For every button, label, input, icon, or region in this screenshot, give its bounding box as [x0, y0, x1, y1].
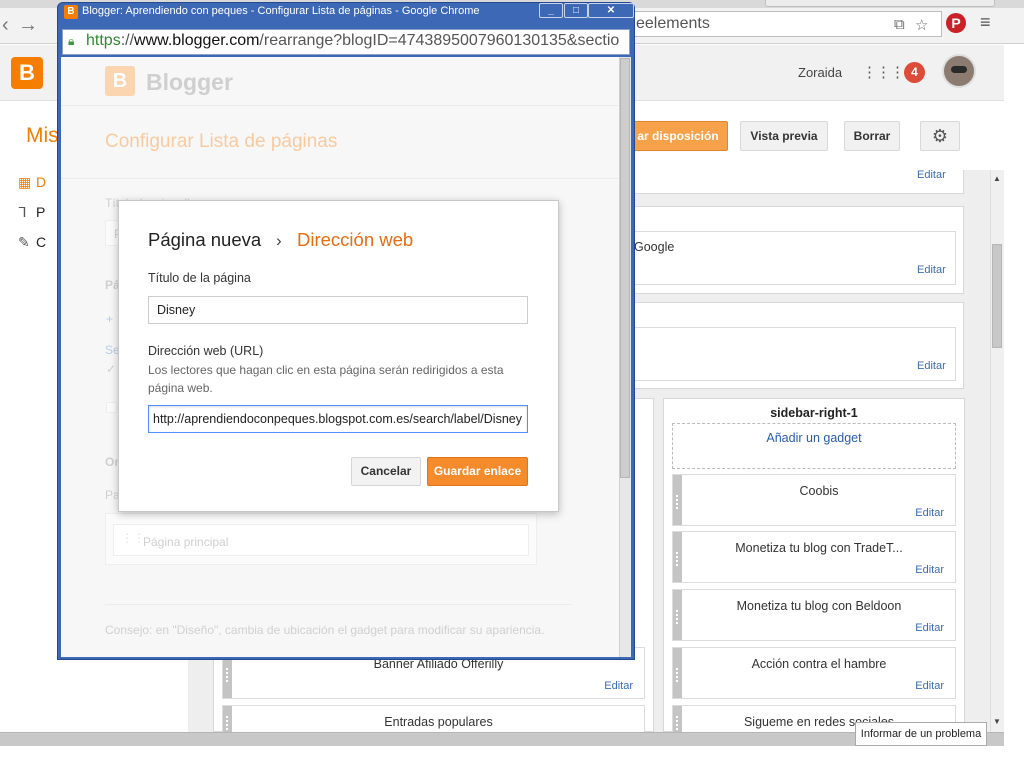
save-link-button[interactable]: Guardar enlace: [427, 457, 528, 486]
popup-scrollbar-thumb[interactable]: [620, 58, 630, 478]
drag-handle-icon[interactable]: [223, 706, 232, 732]
blogger-logo-icon: B: [105, 66, 135, 96]
apps-grid-icon[interactable]: ⋮⋮⋮: [862, 63, 905, 81]
page-title-label: Título de la página: [148, 271, 251, 285]
edit-link[interactable]: Editar: [915, 680, 944, 692]
sidebar-item-settings[interactable]: ✎ C: [18, 234, 46, 251]
chrome-menu-icon[interactable]: ≡: [980, 12, 991, 33]
delete-button[interactable]: Borrar: [844, 121, 900, 151]
report-problem-button[interactable]: Informar de un problema: [855, 722, 987, 746]
divider: [61, 178, 619, 179]
gadget-accion-contra-el-hambre[interactable]: Acción contra el hambre Editar: [672, 647, 956, 699]
main-page-item: Página principal: [143, 535, 229, 549]
web-address-input[interactable]: http://aprendiendoconpeques.blogspot.com…: [148, 405, 528, 433]
checkbox-icon[interactable]: ✓: [106, 362, 116, 376]
web-address-help: Los lectores que hagan clic en esta pági…: [148, 363, 504, 395]
divider: [61, 105, 619, 106]
blogger-favicon-icon: B: [64, 5, 78, 19]
page-title-input[interactable]: [148, 296, 528, 324]
drag-handle-icon[interactable]: [673, 475, 682, 525]
drag-handle-icon[interactable]: [673, 532, 682, 582]
pinterest-icon[interactable]: P: [946, 13, 966, 33]
add-page-link[interactable]: +: [106, 312, 113, 326]
checkbox[interactable]: [106, 402, 117, 413]
horizontal-scrollbar[interactable]: [0, 732, 1004, 746]
wrench-icon: ✎: [18, 234, 30, 250]
layout-section-top: [632, 170, 964, 194]
edit-link[interactable]: Editar: [917, 169, 946, 181]
edit-link[interactable]: Editar: [917, 360, 946, 372]
gadget-google-name: Google: [634, 240, 675, 254]
breadcrumb-new-page[interactable]: Página nueva: [148, 229, 261, 251]
gadget-entradas-populares[interactable]: Entradas populares: [222, 705, 645, 732]
close-icon[interactable]: ✕: [588, 3, 634, 18]
drag-handle-icon[interactable]: [673, 590, 682, 640]
sidebar-item-layout[interactable]: ▦ D: [18, 174, 46, 191]
scroll-up-icon[interactable]: ▲: [993, 174, 1001, 183]
gadget-google[interactable]: [632, 231, 956, 285]
brand-name: Blogger: [146, 69, 233, 95]
scroll-down-icon[interactable]: ▼: [993, 717, 1001, 726]
paint-roller-icon: ᒣ: [18, 204, 27, 220]
breadcrumb-web-address: Dirección web: [297, 229, 414, 250]
layout-icon: ▦: [18, 174, 32, 190]
page-title: Configurar Lista de páginas: [105, 131, 338, 152]
gadget-tradetracker[interactable]: Monetiza tu blog con TradeT... Editar: [672, 531, 956, 583]
page-scrollbar-thumb[interactable]: [992, 244, 1002, 348]
web-address-label: Dirección web (URL): [148, 344, 264, 358]
drag-handle-icon[interactable]: [673, 648, 682, 698]
drag-handle-icon[interactable]: [673, 706, 682, 732]
minimize-icon[interactable]: _: [539, 3, 563, 18]
background-tab[interactable]: [765, 0, 995, 7]
edit-link[interactable]: Editar: [915, 507, 944, 519]
translate-icon[interactable]: ⧉: [894, 16, 905, 33]
blogger-logo-icon[interactable]: B: [11, 57, 43, 89]
back-arrow-icon[interactable]: ‹: [2, 14, 9, 37]
forward-arrow-icon[interactable]: →: [18, 14, 38, 37]
sidebar-item-template[interactable]: ᒣP: [18, 204, 45, 221]
gadget-middle[interactable]: [632, 327, 956, 381]
maximize-icon[interactable]: □: [564, 3, 588, 18]
order-label: Or: [105, 455, 120, 469]
gadget-coobis[interactable]: Coobis Editar: [672, 474, 956, 526]
tip-text: Consejo: en "Diseño", cambia de ubicació…: [105, 623, 545, 637]
preview-button[interactable]: Vista previa: [740, 121, 828, 151]
gadget-beldoon[interactable]: Monetiza tu blog con Beldoon Editar: [672, 589, 956, 641]
popup-window-title: Blogger: Aprendiendo con peques - Config…: [82, 5, 480, 17]
breadcrumb-separator: ›: [276, 231, 282, 250]
lock-icon: 🔒︎: [68, 34, 75, 48]
background-omnibox-text: eelements: [636, 15, 710, 32]
popup-url: https://www.blogger.com/rearrange?blogID…: [86, 32, 620, 49]
drag-handle-icon: ⋮⋮: [121, 531, 145, 545]
notification-badge[interactable]: 4: [904, 62, 925, 83]
save-arrangement-button[interactable]: ar disposición: [628, 121, 728, 151]
add-gadget-button[interactable]: Añadir un gadget: [672, 423, 956, 469]
cancel-button[interactable]: Cancelar: [351, 457, 421, 486]
user-name[interactable]: Zoraida: [798, 65, 842, 80]
edit-link[interactable]: Editar: [917, 264, 946, 276]
edit-link[interactable]: Editar: [604, 680, 633, 692]
gear-icon[interactable]: ⚙: [920, 121, 960, 151]
bookmark-star-icon[interactable]: ☆: [915, 16, 928, 34]
edit-link[interactable]: Editar: [915, 622, 944, 634]
blog-title-partial: Mis: [26, 124, 59, 147]
sidebar-right-title: sidebar-right-1: [770, 406, 858, 420]
divider: [105, 604, 571, 605]
edit-link[interactable]: Editar: [915, 564, 944, 576]
avatar[interactable]: [942, 54, 976, 88]
